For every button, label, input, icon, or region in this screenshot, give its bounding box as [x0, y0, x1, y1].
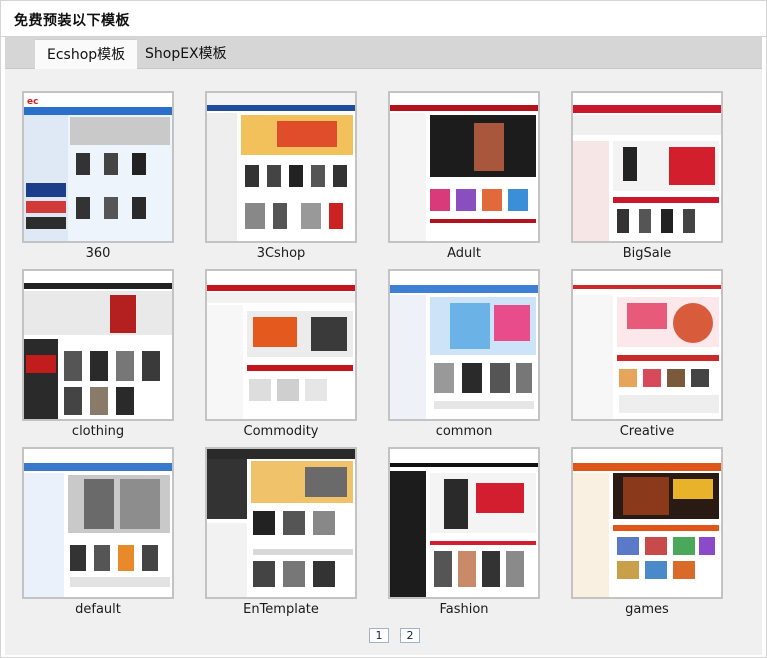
tab-shopex-templates[interactable]: ShopEX模板	[133, 39, 239, 69]
page-button-1[interactable]: 1	[369, 628, 389, 643]
template-card-adult: Adult	[388, 91, 540, 263]
template-card-bigsale: BigSale	[571, 91, 723, 263]
template-tabs: Ecshop模板 ShopEX模板	[5, 37, 762, 69]
tab-ecshop-templates[interactable]: Ecshop模板	[35, 39, 138, 69]
template-thumbnail[interactable]: ec	[22, 91, 174, 243]
template-card-fashion: Fashion	[388, 447, 540, 619]
template-grid: ec 360 3Cshop Adult BigSale clothing Com…	[5, 69, 762, 655]
template-thumbnail[interactable]	[388, 269, 540, 421]
template-thumbnail[interactable]	[571, 91, 723, 243]
template-name: common	[435, 424, 493, 439]
template-name: 360	[85, 246, 111, 261]
template-card-games: games	[571, 447, 723, 619]
template-panel: 免费预装以下模板 Ecshop模板 ShopEX模板 ec 360 3Cshop…	[0, 0, 767, 658]
template-thumbnail[interactable]	[22, 447, 174, 599]
template-name: Creative	[619, 424, 675, 439]
template-thumbnail[interactable]	[205, 91, 357, 243]
template-name: BigSale	[622, 246, 672, 261]
template-thumbnail[interactable]	[22, 269, 174, 421]
page-button-2[interactable]: 2	[400, 628, 420, 643]
template-thumbnail[interactable]	[571, 447, 723, 599]
template-thumbnail[interactable]	[205, 269, 357, 421]
template-name: Fashion	[439, 602, 489, 617]
template-card-creative: Creative	[571, 269, 723, 441]
panel-header: 免费预装以下模板	[1, 1, 766, 37]
svg-text:ec: ec	[27, 97, 38, 107]
template-name: 3Cshop	[256, 246, 306, 261]
template-card-common: common	[388, 269, 540, 441]
template-name: games	[625, 602, 669, 617]
template-name: EnTemplate	[243, 602, 319, 617]
template-card-clothing: clothing	[22, 269, 174, 441]
template-thumbnail[interactable]	[205, 447, 357, 599]
template-thumbnail[interactable]	[388, 91, 540, 243]
template-card-entemplate: EnTemplate	[205, 447, 357, 619]
template-name: clothing	[71, 424, 125, 439]
template-card-commodity: Commodity	[205, 269, 357, 441]
template-thumbnail[interactable]	[571, 269, 723, 421]
template-card-360: ec 360	[22, 91, 174, 263]
template-thumbnail[interactable]	[388, 447, 540, 599]
template-card-default: default	[22, 447, 174, 619]
template-name: default	[75, 602, 121, 617]
panel-title: 免费预装以下模板	[14, 13, 130, 29]
template-card-3cshop: 3Cshop	[205, 91, 357, 263]
template-name: Adult	[447, 246, 481, 261]
template-name: Commodity	[243, 424, 319, 439]
